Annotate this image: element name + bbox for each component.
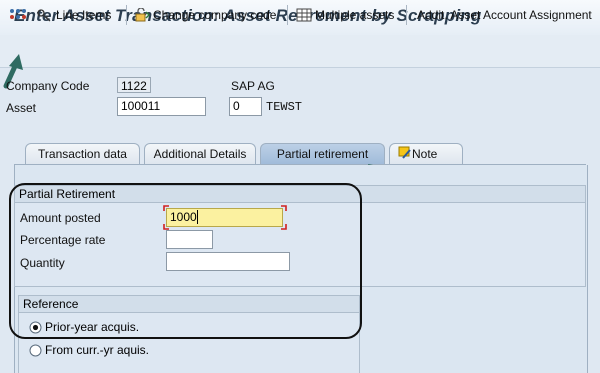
toolbar-separator	[406, 5, 407, 25]
multiple-assets-icon	[296, 8, 312, 22]
multiple-assets-label: Multiple assets	[315, 8, 395, 22]
radio-unselected-icon	[29, 344, 42, 356]
change-company-code-icon	[135, 8, 150, 22]
asset-number-input[interactable]: 100011	[117, 97, 206, 116]
multiple-assets-button[interactable]: Multiple assets	[296, 6, 394, 24]
change-company-code-label: Change company code	[153, 8, 277, 22]
line-items-icon	[37, 9, 51, 22]
change-company-code-button[interactable]: Change company code	[134, 6, 276, 24]
application-toolbar	[0, 35, 600, 68]
toolbar-separator	[287, 5, 288, 25]
line-items-label: Line Items	[56, 8, 112, 22]
tab-transaction-data[interactable]: Transaction data	[25, 143, 140, 165]
asset-label: Asset	[6, 101, 37, 115]
annotation-highlight-box	[9, 183, 362, 339]
tab-note-label: Note	[412, 147, 438, 161]
radio-current-year[interactable]: From curr.-yr aquis.	[29, 343, 149, 357]
company-code-field: 1122	[117, 77, 151, 93]
toolbar-separator	[126, 5, 127, 25]
asset-subnumber-input[interactable]: 0	[229, 97, 262, 116]
asset-description-text: TEWST	[266, 100, 303, 114]
overview-button[interactable]	[9, 6, 32, 24]
line-items-button[interactable]: Line Items	[37, 6, 111, 24]
addit-asset-account-assignment-button[interactable]: Addit. Asset Account Assignment	[417, 6, 592, 24]
company-code-label: Company Code	[6, 79, 90, 93]
company-name-text: SAP AG	[231, 79, 275, 93]
addit-asset-account-assignment-label: Addit. Asset Account Assignment	[417, 8, 592, 22]
note-pencil-icon	[398, 146, 411, 159]
overview-grid-icon	[10, 9, 26, 19]
radio-current-year-label: From curr.-yr aquis.	[45, 343, 150, 357]
tab-additional-details[interactable]: Additional Details	[144, 143, 256, 165]
